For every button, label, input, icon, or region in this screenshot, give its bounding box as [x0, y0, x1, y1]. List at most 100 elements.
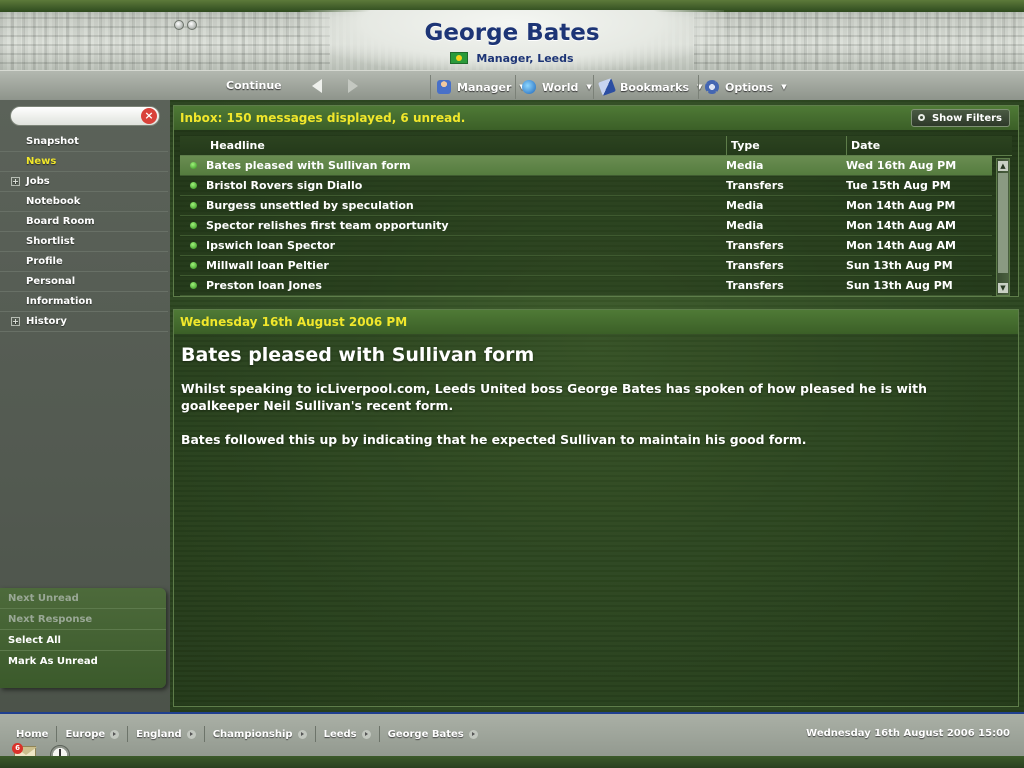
expand-plus-icon[interactable]: + [11, 317, 20, 326]
menu-world[interactable]: World ▼ [515, 75, 600, 99]
bookmarks-icon [598, 78, 616, 96]
breadcrumb-arrow-icon[interactable] [468, 729, 478, 739]
clear-search-icon[interactable]: × [141, 108, 157, 124]
breadcrumb-george-bates[interactable]: George Bates [380, 726, 486, 742]
sidebar-item-label: Jobs [26, 176, 50, 187]
sidebar-item-history[interactable]: + History [0, 312, 168, 332]
caret-down-icon: ▼ [781, 83, 787, 91]
magnifier-icon [917, 114, 925, 121]
gear-icon [705, 80, 719, 94]
sidebar-item-news[interactable]: News [0, 152, 168, 172]
menu-bookmarks-label: Bookmarks [620, 80, 689, 94]
message-date: Mon 14th Aug AM [846, 239, 956, 252]
sidebar-item-snapshot[interactable]: Snapshot [0, 132, 168, 152]
breadcrumb-arrow-icon[interactable] [186, 729, 196, 739]
mark-as-unread-button[interactable]: Mark As Unread [0, 651, 166, 672]
message-type: Transfers [726, 259, 784, 272]
message-date: Sun 13th Aug PM [846, 279, 953, 292]
globe-icon [522, 80, 536, 94]
article-paragraph: Whilst speaking to icLiverpool.com, Leed… [181, 381, 927, 413]
breadcrumb-england[interactable]: England [128, 726, 205, 742]
article-date: Wednesday 16th August 2006 PM [180, 315, 408, 329]
stopwatch-icon[interactable] [50, 745, 70, 765]
breadcrumb-label: Home [16, 728, 49, 740]
unread-dot-icon [190, 182, 197, 189]
show-filters-label: Show Filters [931, 113, 1002, 124]
left-arrow-icon[interactable] [312, 79, 322, 93]
search-input[interactable] [21, 109, 141, 123]
breadcrumb: Home Europe England Championship Leeds G… [8, 726, 486, 742]
breadcrumb-leeds[interactable]: Leeds [316, 726, 380, 742]
search-box: × [10, 106, 160, 126]
brazil-flag-icon [450, 52, 469, 64]
sidebar-item-profile[interactable]: Profile [0, 252, 168, 272]
message-type: Media [726, 159, 764, 172]
article-panel: Wednesday 16th August 2006 PM Bates plea… [173, 309, 1019, 707]
manager-icon [437, 80, 451, 94]
article-date-bar: Wednesday 16th August 2006 PM [174, 310, 1018, 334]
sidebar-item-label: Board Room [26, 216, 95, 227]
sidebar-item-jobs[interactable]: + Jobs [0, 172, 168, 192]
sidebar-nav: Snapshot News + Jobs Notebook Board Room … [0, 132, 168, 332]
game-date: Wednesday 16th August 2006 15:00 [806, 728, 1010, 739]
header-bar: George Bates Manager, Leeds Continue Man… [0, 0, 1024, 100]
breadcrumb-label: Championship [212, 728, 293, 740]
column-header-headline[interactable]: Headline [210, 139, 265, 152]
show-filters-button[interactable]: Show Filters [910, 109, 1010, 127]
expand-plus-icon[interactable]: + [11, 177, 20, 186]
sidebar-item-shortlist[interactable]: Shortlist [0, 232, 168, 252]
message-row[interactable]: Burgess unsettled by speculation Media M… [180, 196, 992, 216]
sidebar-item-personal[interactable]: Personal [0, 272, 168, 292]
message-row[interactable]: Bristol Rovers sign Diallo Transfers Tue… [180, 176, 992, 196]
menu-bookmarks[interactable]: Bookmarks ▼ [593, 75, 710, 99]
unread-dot-icon [190, 222, 197, 229]
message-row[interactable]: Bates pleased with Sullivan form Media W… [180, 156, 992, 176]
message-date: Sun 13th Aug PM [846, 259, 953, 272]
sidebar-item-label: Shortlist [26, 236, 75, 247]
manager-subtitle: Manager, Leeds [312, 52, 712, 65]
close-window-icon[interactable] [187, 20, 197, 30]
breadcrumb-arrow-icon[interactable] [297, 729, 307, 739]
manager-name: George Bates [424, 20, 600, 46]
sidebar-item-notebook[interactable]: Notebook [0, 192, 168, 212]
message-type: Media [726, 199, 764, 212]
select-all-button[interactable]: Select All [0, 630, 166, 651]
continue-button[interactable]: Continue [226, 79, 282, 92]
minimize-icon[interactable] [174, 20, 184, 30]
menu-manager-label: Manager [457, 80, 512, 94]
message-list-scrollbar[interactable]: ▲ ▼ [996, 158, 1010, 296]
message-row[interactable]: Spector relishes first team opportunity … [180, 216, 992, 236]
right-arrow-icon[interactable] [348, 79, 358, 93]
message-headline: Bristol Rovers sign Diallo [206, 179, 363, 192]
sidebar-item-information[interactable]: Information [0, 292, 168, 312]
message-date: Mon 14th Aug PM [846, 199, 956, 212]
column-header-date[interactable]: Date [846, 136, 880, 156]
unread-dot-icon [190, 162, 197, 169]
window-controls[interactable] [174, 20, 197, 30]
menu-options[interactable]: Options ▼ [698, 75, 795, 99]
scroll-down-icon[interactable]: ▼ [998, 283, 1008, 293]
sidebar-item-label: Information [26, 296, 93, 307]
breadcrumb-europe[interactable]: Europe [57, 726, 129, 742]
next-unread-button[interactable]: Next Unread [0, 588, 166, 609]
inbox-header: Inbox: 150 messages displayed, 6 unread.… [174, 106, 1018, 130]
scroll-up-icon[interactable]: ▲ [998, 161, 1008, 171]
message-type: Transfers [726, 239, 784, 252]
breadcrumb-championship[interactable]: Championship [205, 726, 316, 742]
message-row[interactable]: Millwall loan Peltier Transfers Sun 13th… [180, 256, 992, 276]
menu-options-label: Options [725, 80, 774, 94]
breadcrumb-arrow-icon[interactable] [110, 729, 120, 739]
column-header-type[interactable]: Type [726, 136, 760, 156]
column-headers: Headline Type Date [180, 136, 1012, 156]
scroll-thumb[interactable] [998, 173, 1008, 273]
message-type: Media [726, 219, 764, 232]
breadcrumb-label: Leeds [323, 728, 357, 740]
breadcrumb-arrow-icon[interactable] [361, 729, 371, 739]
breadcrumb-label: George Bates [387, 728, 464, 740]
sidebar-item-label: History [26, 316, 67, 327]
message-row[interactable]: Ipswich loan Spector Transfers Mon 14th … [180, 236, 992, 256]
message-row[interactable]: Preston loan Jones Transfers Sun 13th Au… [180, 276, 992, 296]
breadcrumb-home[interactable]: Home [8, 726, 58, 742]
next-response-button[interactable]: Next Response [0, 609, 166, 630]
sidebar-item-board-room[interactable]: Board Room [0, 212, 168, 232]
